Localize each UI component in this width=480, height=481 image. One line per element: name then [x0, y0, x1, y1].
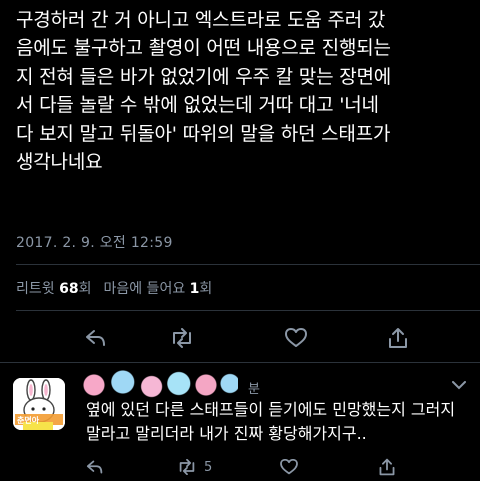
reply-icon[interactable]	[82, 324, 110, 352]
divider	[16, 264, 480, 265]
retweet-label: 리트윗	[16, 281, 55, 297]
avatar[interactable]: 춘면아	[13, 378, 65, 430]
avatar-label: 춘면아	[17, 416, 40, 425]
retweet-action[interactable]: 5	[176, 457, 212, 477]
heart-icon[interactable]	[280, 457, 298, 477]
tweet-stats: 리트윗 68회 마음에 들어요 1회	[16, 278, 212, 298]
reply-tweet[interactable]: 춘면아 분 옆에 있던 다른 스태프들이 듣기에도 민망했는지 그러지 말라고 …	[0, 364, 480, 454]
reply-body: 옆에 있던 다른 스태프들이 듣기에도 민망했는지 그러지 말라고 말리더라 내…	[86, 398, 466, 445]
retweet-count: 68	[59, 281, 79, 297]
reply-line: 옆에 있던 다른 스태프들이 듣기에도 민망했는지 그러지	[86, 400, 456, 419]
reply-retweet-count: 5	[204, 459, 213, 475]
reply-icon[interactable]	[86, 457, 104, 477]
retweet-stat[interactable]: 리트윗 68회	[16, 281, 91, 297]
reply-actions: 5	[0, 454, 480, 481]
reply-line: 말라고 말리더라 내가 진짜 황당해가지구..	[86, 423, 367, 443]
tweet-line: 다 보지 말고 뒤돌아' 따위의 말을 하던 스태프가	[16, 122, 391, 145]
reply-time: 분	[248, 382, 260, 397]
tweet-line: 서 다들 놀랄 수 밖에 없었는데 거따 대고 '너네	[16, 94, 379, 117]
divider	[16, 310, 480, 311]
retweet-icon[interactable]	[168, 324, 196, 352]
share-icon[interactable]	[384, 324, 412, 352]
like-count: 1	[189, 281, 200, 297]
tweet-timestamp[interactable]: 2017. 2. 9. 오전 12:59	[16, 232, 173, 252]
tweet-line: 구경하러 간 거 아니고 엑스트라로 도움 주러 갔	[16, 9, 386, 31]
like-unit: 회	[199, 281, 213, 297]
retweet-unit: 회	[78, 281, 92, 297]
tweet-body: 구경하러 간 거 아니고 엑스트라로 도움 주러 갔 음에도 불구하고 촬영이 …	[16, 6, 468, 176]
tweet-line: 음에도 불구하고 촬영이 어떤 내용으로 진행되는	[16, 37, 391, 60]
like-stat[interactable]: 마음에 들어요 1회	[103, 281, 212, 297]
tweet-line: 지 전혀 들은 바가 없었기에 우주 칼 맞는 장면에	[16, 65, 392, 88]
like-label: 마음에 들어요	[103, 281, 186, 297]
heart-icon[interactable]	[282, 324, 310, 352]
tweet-actions	[0, 318, 480, 358]
retweet-icon	[179, 459, 195, 475]
obscured-username	[78, 370, 238, 400]
share-icon[interactable]	[378, 457, 396, 477]
tweet-line: 생각나네요	[16, 150, 103, 173]
chevron-down-icon[interactable]	[452, 378, 466, 394]
divider	[0, 362, 480, 363]
